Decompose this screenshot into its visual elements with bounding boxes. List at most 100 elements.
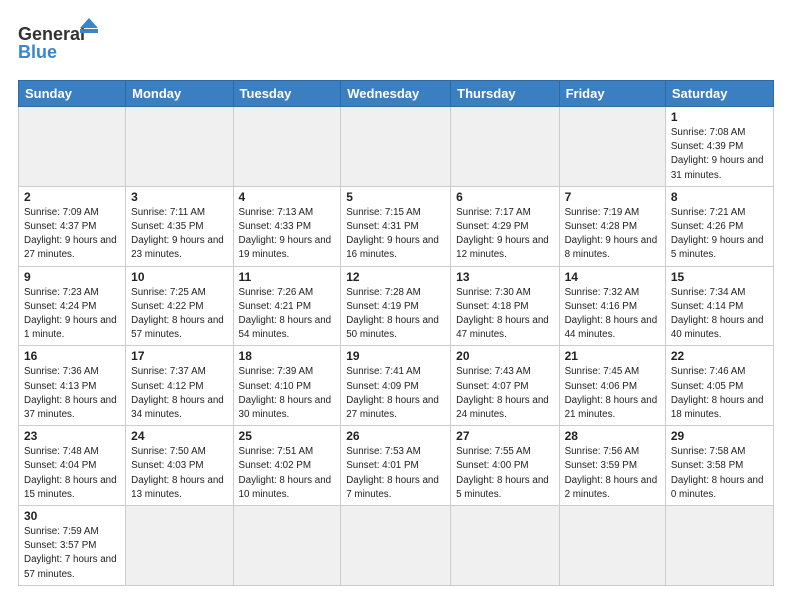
- day-info: Sunrise: 7:21 AM Sunset: 4:26 PM Dayligh…: [671, 206, 768, 263]
- day-number: 24: [131, 429, 227, 443]
- calendar-cell: [233, 506, 341, 586]
- calendar-cell: 1 Sunrise: 7:08 AM Sunset: 4:39 PM Daylig…: [665, 107, 773, 187]
- calendar-cell: [233, 107, 341, 187]
- calendar-cell: [559, 107, 665, 187]
- day-info: Sunrise: 7:59 AM Sunset: 3:57 PM Dayligh…: [24, 525, 120, 582]
- calendar-cell: 26Sunrise: 7:53 AM Sunset: 4:01 PM Dayli…: [341, 426, 451, 506]
- day-info: Sunrise: 7:48 AM Sunset: 4:04 PM Dayligh…: [24, 445, 120, 502]
- day-info: Sunrise: 7:51 AM Sunset: 4:02 PM Dayligh…: [239, 445, 336, 502]
- calendar-cell: [451, 107, 559, 187]
- calendar-cell: 18 Sunrise: 7:39 AM Sunset: 4:10 PM Dayli…: [233, 346, 341, 426]
- weekday-friday: Friday: [559, 81, 665, 107]
- calendar-cell: 25 Sunrise: 7:51 AM Sunset: 4:02 PM Dayli…: [233, 426, 341, 506]
- calendar-week-2: 9 Sunrise: 7:23 AM Sunset: 4:24 PM Daylig…: [19, 266, 774, 346]
- calendar-cell: 24Sunrise: 7:50 AM Sunset: 4:03 PM Dayli…: [126, 426, 233, 506]
- day-number: 10: [131, 270, 227, 284]
- day-info: Sunrise: 7:56 AM Sunset: 3:59 PM Dayligh…: [565, 445, 660, 502]
- calendar-cell: [126, 107, 233, 187]
- page-header: General Blue: [18, 18, 774, 70]
- weekday-header-row: SundayMondayTuesdayWednesdayThursdayFrid…: [19, 81, 774, 107]
- calendar-cell: 12 Sunrise: 7:28 AM Sunset: 4:19 PM Dayli…: [341, 266, 451, 346]
- day-number: 15: [671, 270, 768, 284]
- calendar-cell: 19Sunrise: 7:41 AM Sunset: 4:09 PM Dayli…: [341, 346, 451, 426]
- calendar-cell: 15 Sunrise: 7:34 AM Sunset: 4:14 PM Dayli…: [665, 266, 773, 346]
- calendar-cell: 7 Sunrise: 7:19 AM Sunset: 4:28 PM Daylig…: [559, 186, 665, 266]
- day-number: 16: [24, 349, 120, 363]
- day-info: Sunrise: 7:39 AM Sunset: 4:10 PM Dayligh…: [239, 365, 336, 422]
- calendar-cell: 5Sunrise: 7:15 AM Sunset: 4:31 PM Daylig…: [341, 186, 451, 266]
- day-number: 23: [24, 429, 120, 443]
- calendar-cell: 6 Sunrise: 7:17 AM Sunset: 4:29 PM Daylig…: [451, 186, 559, 266]
- calendar-week-4: 23 Sunrise: 7:48 AM Sunset: 4:04 PM Dayli…: [19, 426, 774, 506]
- day-number: 17: [131, 349, 227, 363]
- calendar-cell: 28 Sunrise: 7:56 AM Sunset: 3:59 PM Dayli…: [559, 426, 665, 506]
- calendar-cell: 3Sunrise: 7:11 AM Sunset: 4:35 PM Daylig…: [126, 186, 233, 266]
- calendar-cell: 4 Sunrise: 7:13 AM Sunset: 4:33 PM Daylig…: [233, 186, 341, 266]
- calendar-cell: [451, 506, 559, 586]
- calendar-cell: 27 Sunrise: 7:55 AM Sunset: 4:00 PM Dayli…: [451, 426, 559, 506]
- calendar-table: SundayMondayTuesdayWednesdayThursdayFrid…: [18, 80, 774, 586]
- day-info: Sunrise: 7:28 AM Sunset: 4:19 PM Dayligh…: [346, 286, 445, 343]
- day-info: Sunrise: 7:26 AM Sunset: 4:21 PM Dayligh…: [239, 286, 336, 343]
- calendar-cell: 10Sunrise: 7:25 AM Sunset: 4:22 PM Dayli…: [126, 266, 233, 346]
- day-number: 13: [456, 270, 553, 284]
- weekday-monday: Monday: [126, 81, 233, 107]
- day-number: 19: [346, 349, 445, 363]
- day-info: Sunrise: 7:15 AM Sunset: 4:31 PM Dayligh…: [346, 206, 445, 263]
- day-number: 29: [671, 429, 768, 443]
- day-number: 25: [239, 429, 336, 443]
- day-info: Sunrise: 7:13 AM Sunset: 4:33 PM Dayligh…: [239, 206, 336, 263]
- calendar-cell: 17Sunrise: 7:37 AM Sunset: 4:12 PM Dayli…: [126, 346, 233, 426]
- day-number: 7: [565, 190, 660, 204]
- svg-text:Blue: Blue: [18, 42, 57, 62]
- day-number: 1: [671, 110, 768, 124]
- calendar-cell: 21 Sunrise: 7:45 AM Sunset: 4:06 PM Dayli…: [559, 346, 665, 426]
- day-info: Sunrise: 7:17 AM Sunset: 4:29 PM Dayligh…: [456, 206, 553, 263]
- calendar-cell: 8 Sunrise: 7:21 AM Sunset: 4:26 PM Daylig…: [665, 186, 773, 266]
- day-info: Sunrise: 7:32 AM Sunset: 4:16 PM Dayligh…: [565, 286, 660, 343]
- weekday-wednesday: Wednesday: [341, 81, 451, 107]
- day-number: 28: [565, 429, 660, 443]
- day-number: 2: [24, 190, 120, 204]
- weekday-tuesday: Tuesday: [233, 81, 341, 107]
- calendar-cell: [19, 107, 126, 187]
- day-number: 11: [239, 270, 336, 284]
- day-number: 3: [131, 190, 227, 204]
- calendar-cell: 16 Sunrise: 7:36 AM Sunset: 4:13 PM Dayli…: [19, 346, 126, 426]
- day-info: Sunrise: 7:30 AM Sunset: 4:18 PM Dayligh…: [456, 286, 553, 343]
- day-number: 9: [24, 270, 120, 284]
- day-info: Sunrise: 7:46 AM Sunset: 4:05 PM Dayligh…: [671, 365, 768, 422]
- day-number: 30: [24, 509, 120, 523]
- logo-svg: General Blue: [18, 18, 108, 70]
- logo: General Blue: [18, 18, 108, 70]
- day-number: 12: [346, 270, 445, 284]
- day-info: Sunrise: 7:45 AM Sunset: 4:06 PM Dayligh…: [565, 365, 660, 422]
- day-number: 27: [456, 429, 553, 443]
- day-info: Sunrise: 7:53 AM Sunset: 4:01 PM Dayligh…: [346, 445, 445, 502]
- day-number: 18: [239, 349, 336, 363]
- day-info: Sunrise: 7:43 AM Sunset: 4:07 PM Dayligh…: [456, 365, 553, 422]
- calendar-cell: [126, 506, 233, 586]
- day-number: 4: [239, 190, 336, 204]
- day-info: Sunrise: 7:34 AM Sunset: 4:14 PM Dayligh…: [671, 286, 768, 343]
- day-info: Sunrise: 7:19 AM Sunset: 4:28 PM Dayligh…: [565, 206, 660, 263]
- day-number: 8: [671, 190, 768, 204]
- day-number: 21: [565, 349, 660, 363]
- calendar-cell: 9 Sunrise: 7:23 AM Sunset: 4:24 PM Daylig…: [19, 266, 126, 346]
- calendar-week-5: 30 Sunrise: 7:59 AM Sunset: 3:57 PM Dayli…: [19, 506, 774, 586]
- weekday-sunday: Sunday: [19, 81, 126, 107]
- calendar-week-0: 1 Sunrise: 7:08 AM Sunset: 4:39 PM Daylig…: [19, 107, 774, 187]
- day-info: Sunrise: 7:23 AM Sunset: 4:24 PM Dayligh…: [24, 286, 120, 343]
- calendar-cell: 30 Sunrise: 7:59 AM Sunset: 3:57 PM Dayli…: [19, 506, 126, 586]
- day-info: Sunrise: 7:36 AM Sunset: 4:13 PM Dayligh…: [24, 365, 120, 422]
- day-info: Sunrise: 7:08 AM Sunset: 4:39 PM Dayligh…: [671, 126, 768, 183]
- weekday-saturday: Saturday: [665, 81, 773, 107]
- day-number: 6: [456, 190, 553, 204]
- calendar-cell: 11 Sunrise: 7:26 AM Sunset: 4:21 PM Dayli…: [233, 266, 341, 346]
- day-info: Sunrise: 7:55 AM Sunset: 4:00 PM Dayligh…: [456, 445, 553, 502]
- calendar-week-3: 16 Sunrise: 7:36 AM Sunset: 4:13 PM Dayli…: [19, 346, 774, 426]
- calendar-cell: [559, 506, 665, 586]
- day-number: 14: [565, 270, 660, 284]
- svg-text:General: General: [18, 24, 85, 44]
- calendar-cell: 22Sunrise: 7:46 AM Sunset: 4:05 PM Dayli…: [665, 346, 773, 426]
